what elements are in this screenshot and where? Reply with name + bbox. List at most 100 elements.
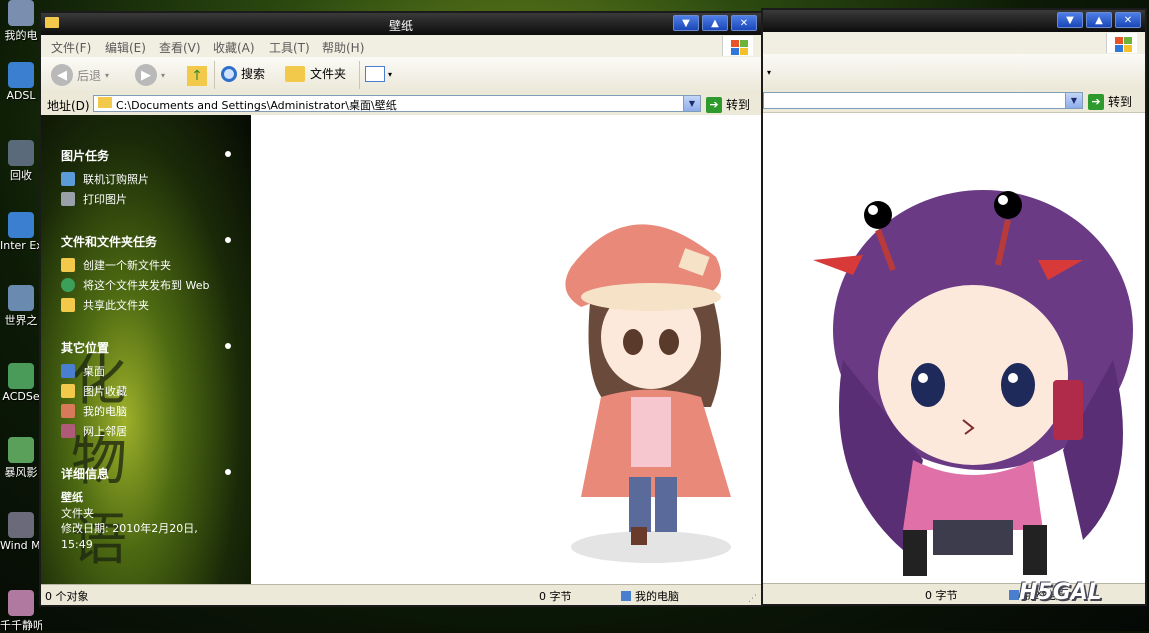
- other-places-heading[interactable]: 其它位置: [61, 339, 109, 356]
- views-icon: [365, 66, 385, 82]
- collapse-icon[interactable]: [225, 237, 231, 243]
- order-prints-link[interactable]: 联机订购照片: [61, 171, 149, 187]
- collapse-icon[interactable]: [225, 343, 231, 349]
- shortcut-icon: [8, 590, 34, 616]
- picture-tasks-heading[interactable]: 图片任务: [61, 147, 109, 164]
- status-bytes: 0 字节: [925, 589, 958, 602]
- toolbar-separator: [214, 61, 215, 89]
- address-path: C:\Documents and Settings\Administrator\…: [116, 99, 397, 112]
- shortcut-icon: [8, 62, 34, 88]
- explorer-window[interactable]: 壁纸 ▼ ▲ ✕ 文件(F) 编辑(E) 查看(V) 收藏(A) 工具(T) 帮…: [39, 11, 763, 607]
- go-arrow-icon: ➔: [706, 96, 722, 113]
- details-modified: 修改日期: 2010年2月20日, 15:49: [61, 522, 198, 551]
- shortcut-icon: [8, 140, 34, 166]
- computer-icon: [1009, 590, 1019, 600]
- wallpaper-preview-illustration: [531, 197, 751, 567]
- back-window-titlebar[interactable]: ▼ ▲ ✕: [763, 10, 1145, 32]
- status-location-label: 我的电脑: [635, 590, 679, 603]
- details-heading[interactable]: 详细信息: [61, 465, 109, 482]
- back-toolbar: ▾: [763, 54, 1145, 91]
- minimize-icon[interactable]: ▼: [1057, 12, 1083, 28]
- collapse-icon[interactable]: [225, 469, 231, 475]
- shortcut-icon: [8, 512, 34, 538]
- back-address-bar: ▼ ➔ 转到: [763, 90, 1145, 113]
- my-computer-link[interactable]: 我的电脑: [61, 403, 127, 419]
- menu-help[interactable]: 帮助(H): [322, 39, 364, 56]
- shortcut-icon: [8, 285, 34, 311]
- back-window[interactable]: ▼ ▲ ✕ ▾ ▼ ➔ 转到 0 字节 我的电脑 H5GAL: [761, 8, 1147, 606]
- menu-edit[interactable]: 编辑(E): [105, 39, 146, 56]
- publish-web-link[interactable]: 将这个文件夹发布到 Web: [61, 277, 209, 293]
- desktop-icon[interactable]: 世界之: [0, 285, 42, 328]
- network-link[interactable]: 网上邻居: [61, 423, 127, 439]
- order-prints-icon: [61, 172, 75, 186]
- pictures-folder-icon: [61, 384, 75, 398]
- collapse-icon[interactable]: [225, 151, 231, 157]
- desktop-icon-label: Inter Explo: [0, 239, 42, 252]
- go-button[interactable]: ➔ 转到: [706, 96, 750, 113]
- folders-label: 文件夹: [310, 67, 347, 81]
- desktop-icon-label: ADSL: [6, 89, 36, 102]
- minimize-icon[interactable]: ▼: [673, 15, 699, 31]
- file-view[interactable]: [251, 115, 761, 585]
- folder-up-icon[interactable]: ↑: [187, 66, 207, 86]
- forward-button[interactable]: ▶ ▾: [135, 64, 165, 86]
- globe-icon: [61, 278, 75, 292]
- desktop-icon[interactable]: 我的电: [0, 0, 42, 43]
- back-label: 后退: [77, 68, 102, 83]
- titlebar[interactable]: 壁纸 ▼ ▲ ✕: [41, 13, 761, 35]
- view-dropdown-icon[interactable]: ▾: [767, 68, 771, 77]
- desktop-link[interactable]: 桌面: [61, 363, 105, 379]
- close-icon[interactable]: ✕: [731, 15, 757, 31]
- go-label: 转到: [726, 98, 751, 112]
- address-bar: 地址(D) C:\Documents and Settings\Administ…: [41, 93, 761, 116]
- desktop-icon-label: ACDSe: [2, 390, 40, 403]
- menu-favorites[interactable]: 收藏(A): [213, 39, 255, 56]
- desktop-icon[interactable]: 暴风影: [0, 437, 42, 480]
- details-name: 壁纸: [61, 491, 83, 504]
- maximize-icon[interactable]: ▲: [702, 15, 728, 31]
- status-objects: 0 个对象: [45, 590, 89, 603]
- new-folder-icon: [61, 258, 75, 272]
- chevron-down-icon: ▾: [105, 70, 110, 80]
- close-icon[interactable]: ✕: [1115, 12, 1141, 28]
- file-tasks-heading[interactable]: 文件和文件夹任务: [61, 233, 157, 250]
- folder-icon: [98, 97, 112, 108]
- resize-grip-icon[interactable]: ⋰: [748, 594, 757, 604]
- windows-logo-icon: [722, 36, 753, 56]
- task-pane: 化 物 语 图片任务 联机订购照片 打印图片 文件和文件夹任务 创建一个新文件夹…: [41, 115, 251, 585]
- back-address-input[interactable]: ▼: [763, 92, 1083, 109]
- maximize-icon[interactable]: ▲: [1086, 12, 1112, 28]
- new-folder-link[interactable]: 创建一个新文件夹: [61, 257, 171, 273]
- details-type: 文件夹: [61, 507, 94, 520]
- desktop-icon[interactable]: Wind Media P: [0, 512, 42, 552]
- desktop-icon[interactable]: ACDSe: [0, 363, 42, 403]
- desktop-icon[interactable]: 千千静听: [0, 590, 42, 633]
- chevron-down-icon: ▾: [388, 69, 393, 79]
- chevron-down-icon[interactable]: ▼: [683, 96, 700, 111]
- menu-view[interactable]: 查看(V): [159, 39, 201, 56]
- desktop-icon-label: 暴风影: [4, 466, 38, 479]
- desktop-icon-label: 世界之: [4, 314, 38, 327]
- views-button[interactable]: ▾: [365, 66, 392, 82]
- status-bar: 0 个对象 0 字节 我的电脑 ⋰: [41, 584, 761, 605]
- print-pictures-link[interactable]: 打印图片: [61, 191, 127, 207]
- status-location: 我的电脑: [621, 588, 679, 604]
- shortcut-icon: [8, 212, 34, 238]
- chevron-down-icon[interactable]: ▼: [1065, 93, 1082, 108]
- desktop-icon: [61, 364, 75, 378]
- my-pictures-link[interactable]: 图片收藏: [61, 383, 127, 399]
- back-button[interactable]: ◀ 后退 ▾: [51, 64, 109, 86]
- menu-file[interactable]: 文件(F): [51, 39, 91, 56]
- back-go-button[interactable]: ➔ 转到: [1088, 93, 1132, 110]
- desktop-icon[interactable]: ADSL: [0, 62, 42, 102]
- search-button[interactable]: 搜索: [221, 65, 265, 82]
- share-folder-link[interactable]: 共享此文件夹: [61, 297, 149, 313]
- go-arrow-icon: ➔: [1088, 93, 1104, 110]
- menu-tools[interactable]: 工具(T): [269, 39, 310, 56]
- desktop-icon[interactable]: Inter Explo: [0, 212, 42, 252]
- desktop-icon[interactable]: 回收: [0, 140, 42, 183]
- address-input[interactable]: C:\Documents and Settings\Administrator\…: [93, 95, 701, 112]
- folders-button[interactable]: 文件夹: [285, 65, 346, 82]
- shortcut-icon: [8, 0, 34, 26]
